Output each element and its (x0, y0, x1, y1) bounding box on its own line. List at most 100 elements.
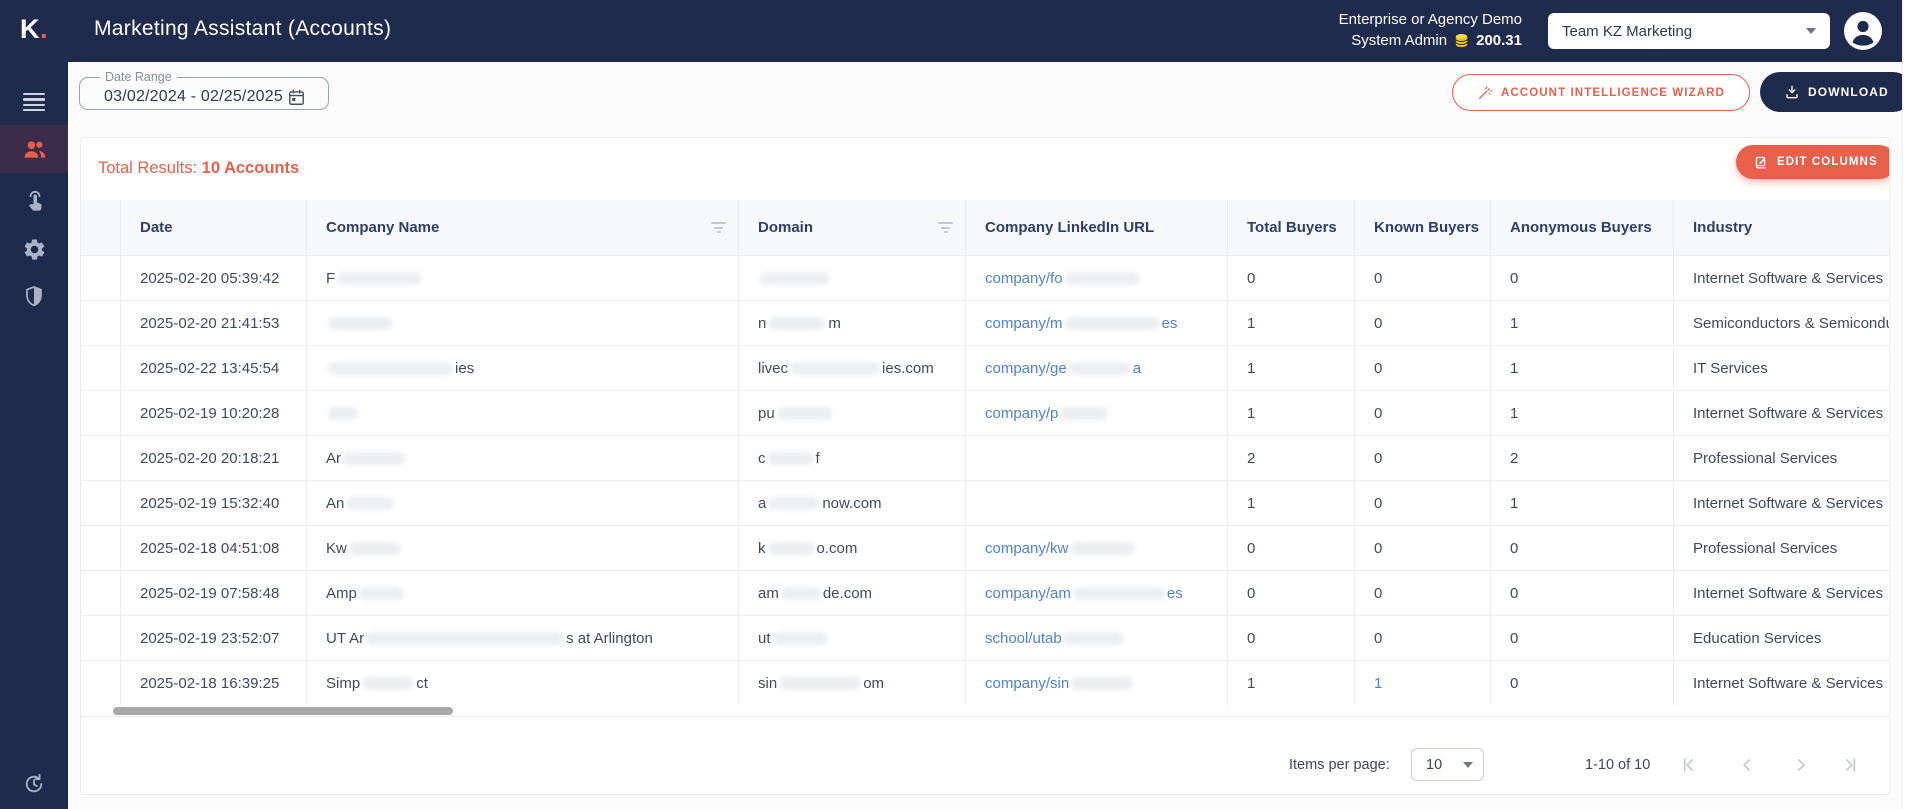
cell-company-name: UT Ar s at Arlington (307, 616, 739, 660)
cell-industry: IT Services (1693, 359, 1768, 377)
redacted-text (772, 631, 828, 645)
cell-anonymous-buyers: 0 (1491, 661, 1674, 705)
date-range-input[interactable]: 03/02/2024 - 02/25/2025 (104, 88, 287, 106)
app-logo[interactable]: K. (20, 14, 48, 45)
cell-date: 2025-02-19 07:58:48 (121, 571, 307, 615)
column-header-company: Company Name (307, 200, 739, 255)
user-avatar-icon[interactable] (1844, 12, 1882, 50)
cell-known-buyers: 0 (1355, 256, 1491, 300)
redacted-text (328, 316, 393, 330)
cell-date: 2025-02-19 23:52:07 (121, 616, 307, 660)
touch-engagement-icon (22, 189, 47, 214)
cell-known-buyers[interactable]: 1 (1355, 661, 1491, 705)
main-content: Date Range 03/02/2024 - 02/25/2025 ACCOU… (68, 62, 1912, 809)
filter-icon[interactable] (707, 218, 730, 237)
cell-domain: am de.com (739, 571, 966, 615)
filter-icon[interactable] (934, 218, 957, 237)
table-row: 2025-02-20 21:41:53 n m company/m es 1 0 1 Semic… (81, 300, 1889, 345)
cell-anonymous-buyers: 0 (1491, 526, 1674, 570)
cell-domain: nm (739, 301, 966, 345)
redacted-text (337, 271, 423, 285)
column-header-anonymous: Anonymous Buyers (1491, 200, 1674, 255)
total-results-text: Total Results: 10 Accounts (98, 159, 300, 177)
credits-balance: 200.31 (1476, 32, 1522, 49)
cell-industry: Professional Services (1693, 539, 1838, 557)
cell-select (81, 436, 121, 480)
gear-icon (22, 237, 47, 262)
page-size-select[interactable]: 10 (1411, 748, 1484, 781)
cell-industry: Internet Software & Services (1693, 404, 1884, 422)
page-title: Marketing Assistant (Accounts) (94, 17, 392, 40)
cell-known-buyers: 0 (1355, 436, 1491, 480)
cell-linkedin-url[interactable]: company/ge a (966, 346, 1228, 390)
sidebar-refresh-button[interactable] (0, 760, 68, 808)
team-selector-value: Team KZ Marketing (1562, 22, 1693, 40)
date-range-field[interactable]: Date Range 03/02/2024 - 02/25/2025 (79, 70, 329, 110)
menu-icon (23, 92, 45, 112)
wand-icon (1477, 85, 1493, 101)
redacted-text (790, 361, 881, 375)
team-selector-dropdown[interactable]: Team KZ Marketing (1548, 13, 1830, 49)
table-row: 2025-02-19 10:20:28 pu company/p 1 0 1 Interne… (81, 390, 1889, 435)
cell-known-buyers: 0 (1355, 526, 1491, 570)
cell-company-name: Simp ct (307, 661, 739, 705)
cell-industry: Internet Software & Services (1693, 494, 1884, 512)
cell-total-buyers: 0 (1228, 526, 1355, 570)
download-button[interactable]: DOWNLOAD (1760, 72, 1912, 112)
cell-date: 2025-02-20 21:41:53 (121, 301, 307, 345)
cell-anonymous-buyers: 1 (1491, 346, 1674, 390)
menu-toggle-button[interactable] (0, 78, 68, 126)
cell-linkedin-url[interactable]: company/am es (966, 571, 1228, 615)
cell-domain: sin om (739, 661, 966, 705)
edit-columns-label: EDIT COLUMNS (1777, 156, 1878, 168)
sidebar-item-security[interactable] (0, 272, 68, 320)
sidebar-item-engagement[interactable] (0, 177, 68, 225)
cell-total-buyers: 2 (1228, 436, 1355, 480)
cell-domain: pu (739, 391, 966, 435)
cell-industry: Professional Services (1693, 449, 1838, 467)
edit-columns-button[interactable]: EDIT COLUMNS (1736, 145, 1889, 179)
cell-industry: Semiconductors & Semiconductor Eq (1693, 314, 1889, 332)
edit-columns-icon (1754, 155, 1769, 170)
pagination-bar: Items per page: 10 1-10 of 10 (81, 716, 1889, 794)
cell-linkedin-url[interactable]: company/sin (966, 661, 1228, 705)
column-header-label: Total Buyers (1247, 219, 1337, 236)
calendar-icon[interactable] (287, 88, 306, 107)
account-intelligence-wizard-button[interactable]: ACCOUNT INTELLIGENCE WIZARD (1452, 74, 1750, 111)
column-header-label: Company LinkedIn URL (985, 219, 1155, 236)
sidebar-item-settings[interactable] (0, 225, 68, 273)
cell-company-name (307, 301, 739, 345)
logo-k: K (20, 14, 40, 44)
cell-company-name: Kw (307, 526, 739, 570)
column-header-label: Domain (758, 219, 814, 236)
sidebar-item-accounts[interactable] (0, 125, 68, 173)
cell-linkedin-url[interactable]: company/fo (966, 256, 1228, 300)
cell-known-buyers: 0 (1355, 391, 1491, 435)
redacted-text (779, 676, 862, 690)
cell-linkedin-url[interactable]: company/m es (966, 301, 1228, 345)
cell-linkedin-url (966, 436, 1228, 480)
cell-select (81, 481, 121, 525)
cell-linkedin-url[interactable]: school/utab (966, 616, 1228, 660)
shield-icon (22, 284, 46, 308)
last-page-button[interactable] (1837, 751, 1865, 779)
cell-anonymous-buyers: 0 (1491, 256, 1674, 300)
page-scrollbar-track[interactable] (1902, 0, 1912, 809)
credits-coins-icon (1453, 32, 1470, 49)
cell-linkedin-url[interactable]: company/p (966, 391, 1228, 435)
cell-select (81, 391, 121, 435)
cell-linkedin-url[interactable]: company/kw (966, 526, 1228, 570)
cell-total-buyers: 1 (1228, 391, 1355, 435)
cell-industry: Internet Software & Services (1693, 584, 1884, 602)
horizontal-scrollbar-thumb[interactable] (113, 707, 453, 715)
redacted-text (1064, 271, 1140, 285)
next-page-button[interactable] (1787, 751, 1815, 779)
redacted-text (768, 496, 821, 510)
first-page-button[interactable] (1674, 751, 1702, 779)
cell-company-name: F (307, 256, 739, 300)
results-header: Total Results: 10 Accounts EDIT COLUMNS (81, 138, 1889, 200)
cell-known-buyers: 0 (1355, 571, 1491, 615)
prev-page-button[interactable] (1733, 751, 1761, 779)
cell-anonymous-buyers: 2 (1491, 436, 1674, 480)
cell-company-name: Amp (307, 571, 739, 615)
